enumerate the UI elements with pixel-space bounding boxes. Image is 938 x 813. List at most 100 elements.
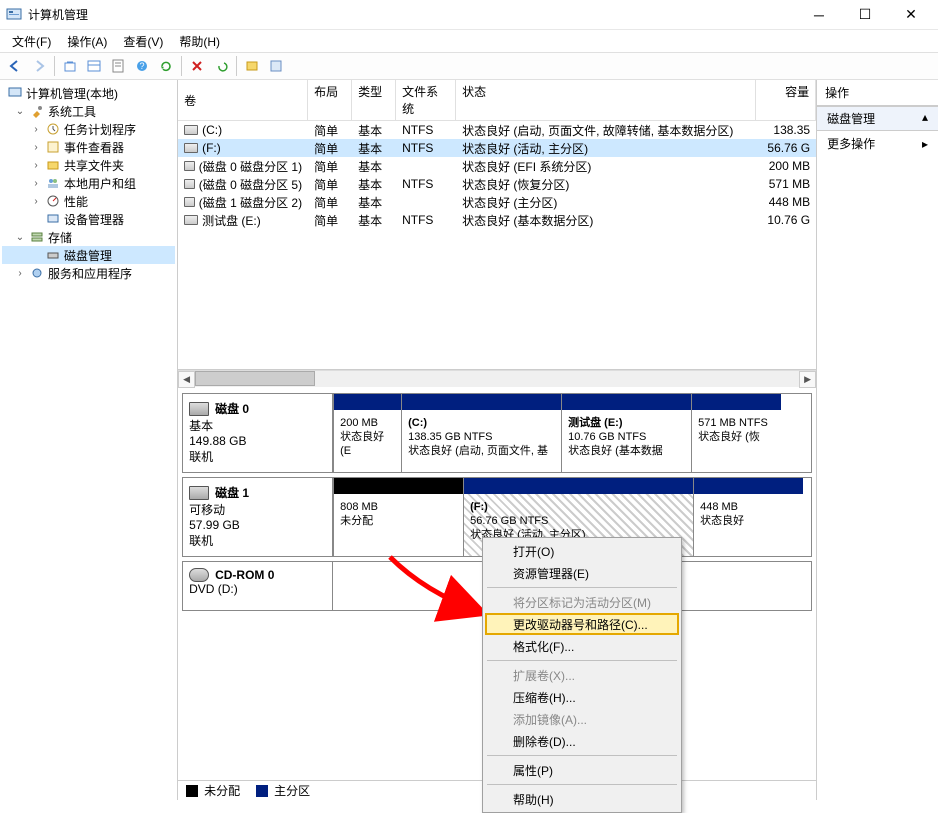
tree-performance[interactable]: › 性能	[2, 192, 175, 210]
properties-button[interactable]	[107, 55, 129, 77]
partition[interactable]: 测试盘 (E:)10.76 GB NTFS状态良好 (基本数据	[561, 394, 691, 472]
expand-toggle[interactable]: ›	[30, 160, 42, 171]
col-type[interactable]: 类型	[352, 80, 396, 120]
up-button[interactable]	[59, 55, 81, 77]
table-row[interactable]: (C:)简单基本NTFS状态良好 (启动, 页面文件, 故障转储, 基本数据分区…	[178, 121, 816, 139]
drive-icon	[184, 215, 198, 225]
volume-table: 卷 布局 类型 文件系统 状态 容量 (C:)简单基本NTFS状态良好 (启动,…	[178, 80, 816, 370]
menu-help[interactable]: 帮助(H)	[171, 31, 228, 52]
main-area: 计算机管理(本地) ⌄ 系统工具 › 任务计划程序 › 事件查看器 › 共享文件…	[0, 80, 938, 800]
partition[interactable]: 571 MB NTFS状态良好 (恢	[691, 394, 781, 472]
svg-text:?: ?	[139, 61, 144, 71]
toolbar: ?	[0, 52, 938, 80]
partition[interactable]: 200 MB状态良好 (E	[333, 394, 401, 472]
tree-system-tools[interactable]: ⌄ 系统工具	[2, 102, 175, 120]
expand-toggle[interactable]: ›	[30, 178, 42, 189]
cm-properties[interactable]: 属性(P)	[485, 759, 679, 781]
tree-shared-folders[interactable]: › 共享文件夹	[2, 156, 175, 174]
menu-action[interactable]: 操作(A)	[59, 31, 115, 52]
cm-change-drive-letter[interactable]: 更改驱动器号和路径(C)...	[485, 613, 679, 635]
settings-button[interactable]	[265, 55, 287, 77]
tree-event-viewer[interactable]: › 事件查看器	[2, 138, 175, 156]
cdrom-info[interactable]: CD-ROM 0 DVD (D:)	[183, 562, 333, 610]
toolbar-sep-2	[181, 56, 182, 76]
cm-delete-volume[interactable]: 删除卷(D)...	[485, 730, 679, 752]
table-row[interactable]: 测试盘 (E:)简单基本NTFS状态良好 (基本数据分区)10.76 G	[178, 211, 816, 229]
col-capacity[interactable]: 容量	[756, 80, 816, 120]
expand-toggle[interactable]: ⌄	[14, 106, 26, 117]
col-filesystem[interactable]: 文件系统	[396, 80, 456, 120]
back-button[interactable]	[4, 55, 26, 77]
expand-toggle[interactable]: ›	[30, 196, 42, 207]
services-icon	[29, 265, 45, 281]
table-row[interactable]: (磁盘 0 磁盘分区 5)简单基本NTFS状态良好 (恢复分区)571 MB	[178, 175, 816, 193]
clock-icon	[45, 121, 61, 137]
disk-icon	[45, 247, 61, 263]
tree-services-apps[interactable]: › 服务和应用程序	[2, 264, 175, 282]
help-toolbar-button[interactable]: ?	[131, 55, 153, 77]
cm-separator	[487, 784, 677, 785]
tree-storage[interactable]: ⌄ 存储	[2, 228, 175, 246]
tree-root[interactable]: 计算机管理(本地)	[2, 84, 175, 102]
col-status[interactable]: 状态	[456, 80, 756, 120]
expand-toggle[interactable]: ›	[30, 142, 42, 153]
partition[interactable]: 448 MB状态良好	[693, 478, 803, 556]
scroll-thumb[interactable]	[195, 371, 315, 386]
legend-primary-label: 主分区	[274, 782, 310, 799]
cm-explorer[interactable]: 资源管理器(E)	[485, 562, 679, 584]
table-row[interactable]: (F:)简单基本NTFS状态良好 (活动, 主分区)56.76 G	[178, 139, 816, 157]
tree-device-manager[interactable]: 设备管理器	[2, 210, 175, 228]
cdrom-icon	[189, 568, 209, 582]
cm-help[interactable]: 帮助(H)	[485, 788, 679, 810]
storage-icon	[29, 229, 45, 245]
disk-1-info[interactable]: 磁盘 1 可移动 57.99 GB 联机	[183, 478, 333, 556]
minimize-button[interactable]: ─	[796, 0, 842, 30]
close-button[interactable]: ✕	[888, 0, 934, 30]
view-button[interactable]	[83, 55, 105, 77]
refresh-button[interactable]	[155, 55, 177, 77]
disk-0-info[interactable]: 磁盘 0 基本 149.88 GB 联机	[183, 394, 333, 472]
disk-icon	[189, 402, 209, 416]
horizontal-scrollbar[interactable]: ◀ ▶	[178, 370, 816, 387]
menu-bar: 文件(F) 操作(A) 查看(V) 帮助(H)	[0, 30, 938, 52]
actions-panel: 操作 磁盘管理 ▴ 更多操作 ▸	[816, 80, 938, 800]
event-icon	[45, 139, 61, 155]
partition[interactable]: 808 MB未分配	[333, 478, 463, 556]
wrench-icon	[29, 103, 45, 119]
cm-separator	[487, 587, 677, 588]
cm-open[interactable]: 打开(O)	[485, 540, 679, 562]
maximize-button[interactable]: ☐	[842, 0, 888, 30]
delete-button[interactable]	[186, 55, 208, 77]
tree-task-scheduler[interactable]: › 任务计划程序	[2, 120, 175, 138]
title-bar: 计算机管理 ─ ☐ ✕	[0, 0, 938, 30]
cm-shrink[interactable]: 压缩卷(H)...	[485, 686, 679, 708]
expand-toggle[interactable]: ⌄	[14, 232, 26, 243]
scroll-left-button[interactable]: ◀	[178, 371, 195, 388]
cm-mark-active: 将分区标记为活动分区(M)	[485, 591, 679, 613]
forward-button[interactable]	[28, 55, 50, 77]
cm-separator	[487, 755, 677, 756]
undo-button[interactable]	[210, 55, 232, 77]
actions-section-disk-mgmt[interactable]: 磁盘管理 ▴	[817, 106, 938, 131]
legend-unalloc-label: 未分配	[204, 782, 240, 799]
cm-format[interactable]: 格式化(F)...	[485, 635, 679, 657]
scroll-right-button[interactable]: ▶	[799, 371, 816, 388]
actions-more[interactable]: 更多操作 ▸	[817, 131, 938, 156]
table-row[interactable]: (磁盘 1 磁盘分区 2)简单基本状态良好 (主分区)448 MB	[178, 193, 816, 211]
expand-toggle[interactable]: ›	[30, 124, 42, 135]
tree-disk-management[interactable]: 磁盘管理	[2, 246, 175, 264]
menu-view[interactable]: 查看(V)	[115, 31, 171, 52]
new-volume-button[interactable]	[241, 55, 263, 77]
toolbar-sep-3	[236, 56, 237, 76]
cm-add-mirror: 添加镜像(A)...	[485, 708, 679, 730]
col-layout[interactable]: 布局	[308, 80, 352, 120]
drive-icon	[184, 143, 198, 153]
actions-header: 操作	[817, 80, 938, 106]
tree-local-users[interactable]: › 本地用户和组	[2, 174, 175, 192]
partition[interactable]: (C:)138.35 GB NTFS状态良好 (启动, 页面文件, 基	[401, 394, 561, 472]
expand-toggle[interactable]: ›	[14, 268, 26, 279]
disk-0-row: 磁盘 0 基本 149.88 GB 联机 200 MB状态良好 (E(C:)13…	[182, 393, 812, 473]
menu-file[interactable]: 文件(F)	[4, 31, 59, 52]
col-volume[interactable]: 卷	[178, 80, 308, 120]
table-row[interactable]: (磁盘 0 磁盘分区 1)简单基本状态良好 (EFI 系统分区)200 MB	[178, 157, 816, 175]
